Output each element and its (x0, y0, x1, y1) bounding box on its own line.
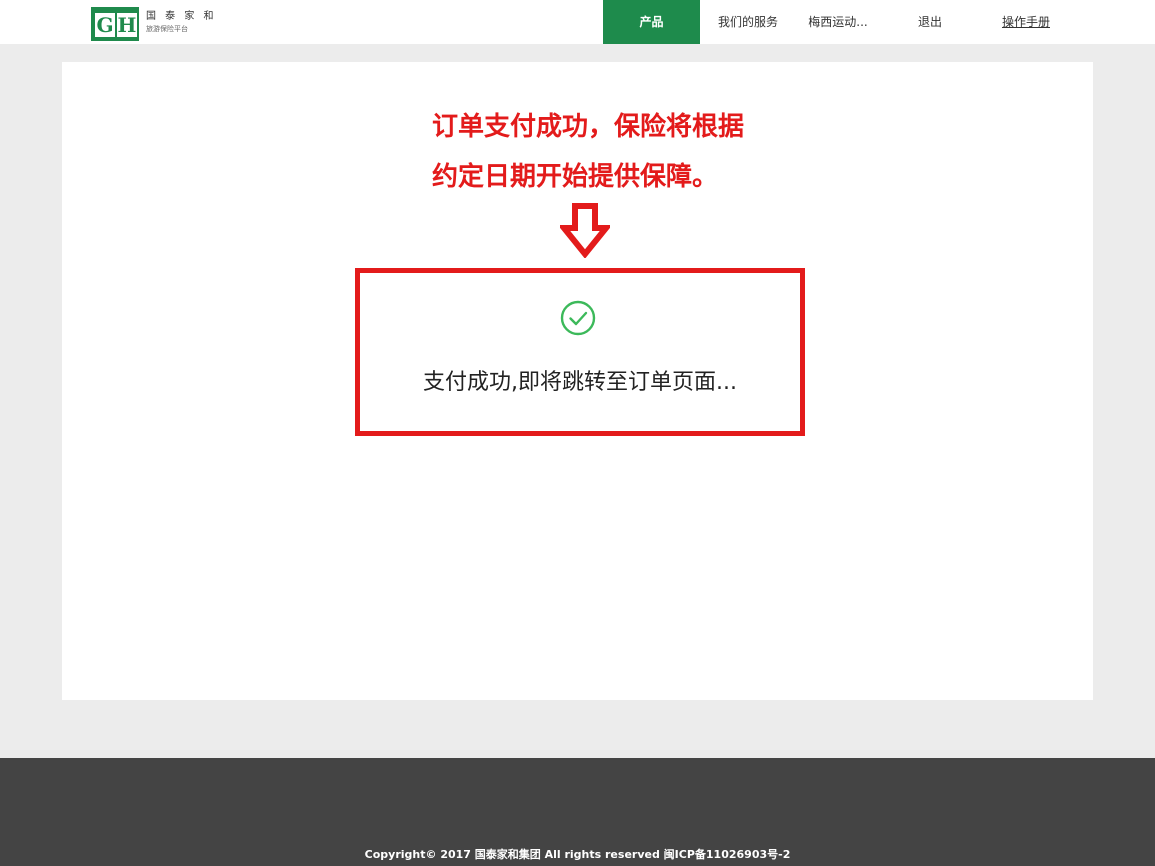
nav-product[interactable]: 产品 (603, 0, 700, 44)
annotation-callout: 订单支付成功，保险将根据 约定日期开始提供保障。 (432, 102, 832, 202)
nav-user-account[interactable]: 梅西运动... (800, 0, 876, 44)
highlight-box (355, 268, 805, 436)
logo-letter-h: H (117, 13, 137, 37)
payment-success-message: 支付成功,即将跳转至订单页面... (423, 370, 737, 395)
annotation-line-2: 约定日期开始提供保障。 (432, 162, 719, 192)
site-logo[interactable]: G H 国 泰 家 和 旅游保险平台 (91, 7, 214, 41)
logo-mark-icon: G H (91, 7, 139, 41)
arrow-down-icon (560, 203, 610, 258)
logo-letter-g: G (95, 13, 115, 37)
nav-manual-link[interactable]: 操作手册 (990, 0, 1062, 44)
logo-tagline: 旅游保险平台 (146, 25, 188, 33)
copyright-text: Copyright© 2017 国泰家和集团 All rights reserv… (364, 848, 791, 861)
check-circle-icon (560, 300, 596, 336)
page-footer: Copyright© 2017 国泰家和集团 All rights reserv… (0, 758, 1155, 866)
nav-logout[interactable]: 退出 (900, 0, 960, 44)
nav-services[interactable]: 我们的服务 (709, 0, 787, 44)
annotation-line-1: 订单支付成功，保险将根据 (432, 112, 745, 142)
logo-name: 国 泰 家 和 (146, 11, 217, 22)
top-header: G H 国 泰 家 和 旅游保险平台 产品 我们的服务 梅西运动... 退出 操… (0, 0, 1155, 44)
